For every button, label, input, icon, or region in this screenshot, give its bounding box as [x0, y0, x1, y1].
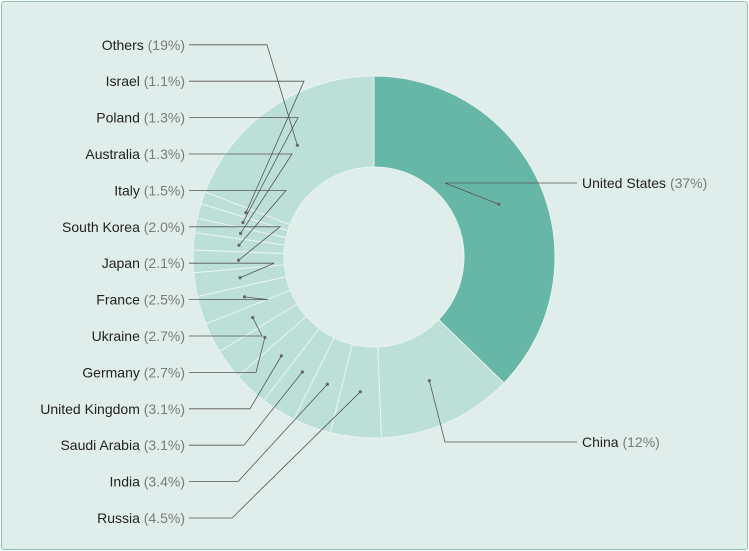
label-united-kingdom: United Kingdom (3.1%): [40, 401, 185, 417]
leader-dot-china: [427, 379, 431, 383]
label-value-japan: (2.1%): [144, 255, 185, 271]
leader-dot-france: [242, 295, 247, 299]
label-value-united-states: (37%): [670, 175, 707, 191]
label-israel: Israel (1.1%): [106, 73, 185, 89]
label-ukraine: Ukraine (2.7%): [92, 328, 185, 344]
label-name-others: Others: [102, 37, 148, 53]
label-value-france: (2.5%): [144, 292, 185, 308]
label-poland: Poland (1.3%): [96, 110, 185, 126]
label-value-others: (19%): [148, 37, 185, 53]
label-name-ukraine: Ukraine: [92, 328, 144, 344]
label-value-russia: (4.5%): [144, 510, 185, 526]
label-value-south-korea: (2.0%): [144, 219, 185, 235]
label-name-france: France: [96, 292, 143, 308]
leader-dot-israel: [244, 211, 248, 215]
label-name-russia: Russia: [97, 510, 144, 526]
label-germany: Germany (2.7%): [82, 364, 185, 380]
chart-frame: United States (37%) China (12%) Russia (4.…: [1, 1, 748, 550]
label-name-poland: Poland: [96, 110, 143, 126]
leader-dot-india: [325, 382, 329, 386]
donut-chart: United States (37%) China (12%) Russia (4.…: [40, 37, 707, 526]
leader-dot-poland: [241, 220, 245, 225]
label-united-states: United States (37%): [582, 175, 707, 191]
label-china: China (12%): [582, 434, 660, 450]
label-name-china: China: [582, 434, 622, 450]
leader-dot-australia: [238, 231, 243, 235]
label-name-israel: Israel: [106, 73, 144, 89]
label-value-saudi-arabia: (3.1%): [144, 437, 185, 453]
label-value-china: (12%): [622, 434, 659, 450]
label-name-united-states: United States: [582, 175, 670, 191]
label-name-saudi-arabia: Saudi Arabia: [60, 437, 143, 453]
leader-dot-united-kingdom: [279, 354, 283, 358]
label-name-australia: Australia: [85, 146, 143, 162]
leader-dot-russia: [358, 390, 362, 394]
label-value-israel: (1.1%): [144, 73, 185, 89]
leader-dot-south-korea: [236, 258, 241, 262]
leader-dot-germany: [263, 335, 267, 339]
label-russia: Russia (4.5%): [97, 510, 185, 526]
leader-dot-italy: [237, 243, 241, 247]
label-france: France (2.5%): [96, 292, 185, 308]
label-value-ukraine: (2.7%): [144, 328, 185, 344]
label-name-italy: Italy: [114, 182, 144, 198]
slice-united-states[interactable]: [373, 75, 556, 384]
label-value-poland: (1.3%): [144, 110, 185, 126]
label-value-australia: (1.3%): [144, 146, 185, 162]
leader-dot-saudi-arabia: [300, 370, 304, 374]
leader-dot-japan: [238, 276, 242, 280]
label-name-india: India: [110, 474, 144, 490]
leader-dot-united-states: [497, 202, 501, 206]
leader-dot-others: [295, 143, 299, 147]
slices-group: [192, 75, 556, 439]
leader-dot-ukraine: [251, 315, 255, 320]
label-value-united-kingdom: (3.1%): [144, 401, 185, 417]
label-name-south-korea: South Korea: [62, 219, 144, 235]
label-japan: Japan (2.1%): [102, 255, 185, 271]
label-south-korea: South Korea (2.0%): [62, 219, 185, 235]
label-value-italy: (1.5%): [144, 182, 185, 198]
label-others: Others (19%): [102, 37, 185, 53]
label-italy: Italy (1.5%): [114, 182, 185, 198]
label-name-united-kingdom: United Kingdom: [40, 401, 144, 417]
label-saudi-arabia: Saudi Arabia (3.1%): [60, 437, 185, 453]
label-name-japan: Japan: [102, 255, 144, 271]
label-value-germany: (2.7%): [144, 364, 185, 380]
label-value-india: (3.4%): [144, 474, 185, 490]
label-name-germany: Germany: [82, 364, 143, 380]
label-india: India (3.4%): [110, 474, 185, 490]
label-australia: Australia (1.3%): [85, 146, 185, 162]
